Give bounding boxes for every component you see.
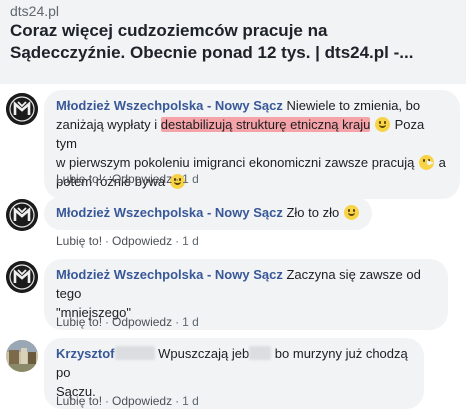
comment-text: Niewiele to zmienia, bo: [282, 98, 421, 113]
timestamp[interactable]: 1 d: [182, 172, 199, 186]
separator: ·: [105, 315, 110, 329]
link-domain: dts24.pl: [10, 3, 60, 19]
comment-author[interactable]: Młodzież Wszechpolska - Nowy Sącz: [56, 267, 283, 282]
reply-link[interactable]: Odpowiedz: [112, 315, 172, 329]
comment-bubble: Młodzież Wszechpolska - Nowy Sącz Zło to…: [44, 197, 372, 230]
timestamp[interactable]: 1 d: [182, 315, 199, 329]
comment-actions: Lubię to! · Odpowiedz · 1 d: [56, 314, 199, 330]
separator: ·: [175, 315, 180, 329]
separator: ·: [105, 172, 110, 186]
org-logo-icon[interactable]: [6, 199, 38, 231]
org-logo-icon[interactable]: [6, 93, 38, 125]
link-title-line-1[interactable]: Coraz więcej cudzoziemców pracuje na: [10, 20, 456, 42]
like-link[interactable]: Lubię to!: [56, 234, 102, 248]
comment-author[interactable]: Młodzież Wszechpolska - Nowy Sącz: [56, 205, 283, 220]
comment-actions: Lubię to! · Odpowiedz · 1 d: [56, 393, 199, 409]
timestamp[interactable]: 1 d: [182, 394, 199, 408]
like-link[interactable]: Lubię to!: [56, 172, 102, 186]
like-link[interactable]: Lubię to!: [56, 315, 102, 329]
comment-actions: Lubię to! · Odpowiedz · 1 d: [56, 171, 199, 187]
comment-text: Zło to zło: [282, 205, 343, 220]
comment-author[interactable]: Młodzież Wszechpolska - Nowy Sącz: [56, 98, 283, 113]
comment-text: zaniżają wypłaty i: [56, 117, 161, 132]
reply-link[interactable]: Odpowiedz: [112, 234, 172, 248]
comment-text: Wpuszczają jeb: [158, 346, 250, 361]
timestamp[interactable]: 1 d: [182, 234, 199, 248]
separator: ·: [105, 234, 110, 248]
separator: ·: [175, 234, 180, 248]
separator: ·: [175, 394, 180, 408]
comment-actions: Lubię to! · Odpowiedz · 1 d: [56, 233, 199, 249]
like-link[interactable]: Lubię to!: [56, 394, 102, 408]
smile-emoji-icon: [343, 205, 359, 220]
comment-text: w pierwszym pokoleniu imigranci ekonomic…: [56, 155, 418, 170]
link-preview[interactable]: dts24.pl Coraz więcej cudzoziemców pracu…: [0, 0, 466, 84]
redacted-word: [249, 346, 272, 360]
separator: ·: [175, 172, 180, 186]
link-title-line-2[interactable]: Sądecczyźnie. Obecnie ponad 12 tys. | dt…: [10, 42, 456, 64]
redacted-name: [114, 346, 155, 360]
user-photo-icon[interactable]: [6, 340, 38, 372]
org-logo-icon[interactable]: [6, 261, 38, 293]
comment-author[interactable]: Krzysztof: [56, 346, 115, 361]
smile-emoji-icon: [374, 117, 390, 132]
highlighted-text: destabilizują strukturę etniczną kraju: [160, 117, 371, 132]
pacman-emoji-icon: [418, 155, 434, 170]
reply-link[interactable]: Odpowiedz: [112, 172, 172, 186]
separator: ·: [105, 394, 110, 408]
reply-link[interactable]: Odpowiedz: [112, 394, 172, 408]
comment-text: a: [434, 155, 446, 170]
